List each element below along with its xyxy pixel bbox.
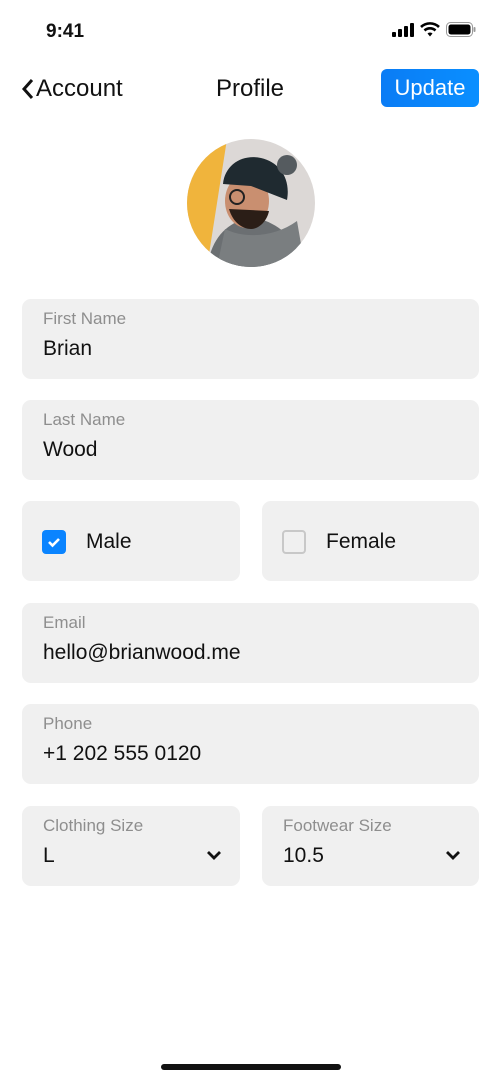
phone-label: Phone: [43, 714, 93, 733]
phone-field[interactable]: Phone +1 202 555 0120: [22, 704, 479, 784]
clothing-size-select[interactable]: Clothing Size L: [22, 806, 240, 886]
clothing-size-value: L: [43, 844, 55, 867]
footwear-size-value: 10.5: [283, 844, 324, 867]
status-icons: [392, 22, 476, 37]
last-name-value[interactable]: Wood: [43, 438, 97, 462]
gender-male-option[interactable]: Male: [22, 501, 240, 581]
checkmark-icon: [48, 538, 60, 548]
battery-icon: [446, 22, 476, 37]
gender-female-option[interactable]: Female: [262, 501, 479, 581]
female-label: Female: [326, 530, 397, 553]
footwear-size-select[interactable]: Footwear Size 10.5: [262, 806, 479, 886]
first-name-value[interactable]: Brian: [43, 337, 92, 361]
last-name-label: Last Name: [43, 410, 126, 429]
update-button[interactable]: Update: [381, 69, 479, 107]
status-time: 9:41: [46, 21, 85, 42]
home-indicator[interactable]: [161, 1064, 341, 1070]
clothing-size-label: Clothing Size: [43, 816, 144, 835]
email-value[interactable]: hello@brianwood.me: [43, 641, 241, 665]
male-label: Male: [86, 530, 132, 553]
phone-value[interactable]: +1 202 555 0120: [43, 742, 201, 766]
footwear-size-label: Footwear Size: [283, 816, 392, 835]
male-checkbox[interactable]: [42, 530, 66, 554]
signal-icon: [392, 22, 414, 37]
last-name-field[interactable]: Last Name Wood: [22, 400, 479, 480]
email-label: Email: [43, 613, 86, 632]
female-checkbox[interactable]: [282, 530, 306, 554]
wifi-icon: [420, 22, 440, 37]
chevron-down-icon: [207, 851, 221, 860]
email-field[interactable]: Email hello@brianwood.me: [22, 603, 479, 683]
avatar[interactable]: [187, 139, 315, 267]
chevron-down-icon: [446, 851, 460, 860]
first-name-field[interactable]: First Name Brian: [22, 299, 479, 379]
first-name-label: First Name: [43, 309, 127, 328]
